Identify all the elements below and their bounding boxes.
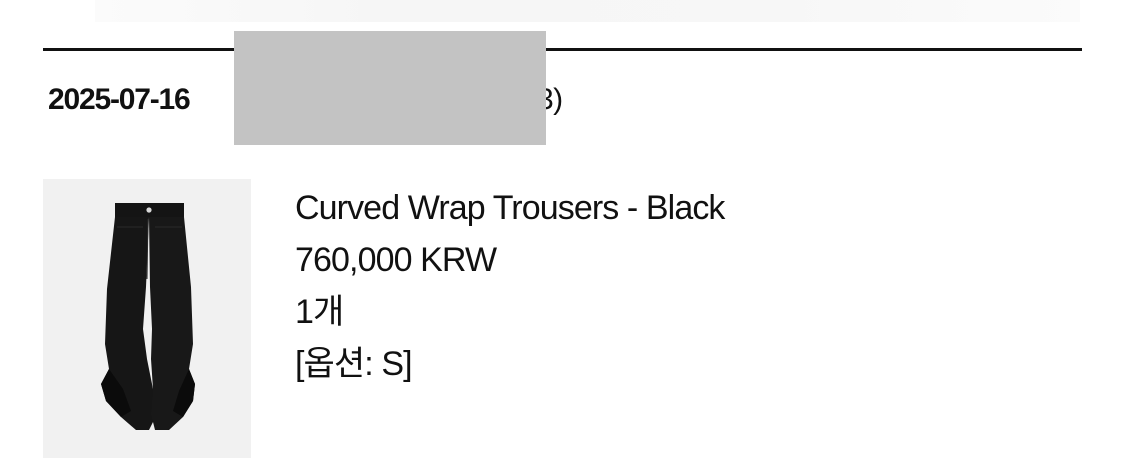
product-info: Curved Wrap Trousers - Black 760,000 KRW… xyxy=(295,182,725,390)
redaction-box xyxy=(234,31,546,145)
product-option: [옵션: S] xyxy=(295,345,413,383)
product-quantity: 1개 xyxy=(295,293,344,331)
product-price: 760,000 KRW xyxy=(295,241,497,279)
section-divider xyxy=(43,48,1082,51)
top-scroll-fade xyxy=(95,0,1080,22)
product-image[interactable] xyxy=(43,179,251,458)
product-name[interactable]: Curved Wrap Trousers - Black xyxy=(295,182,725,234)
order-date: 2025-07-16 xyxy=(48,83,191,116)
trousers-icon xyxy=(101,203,195,430)
